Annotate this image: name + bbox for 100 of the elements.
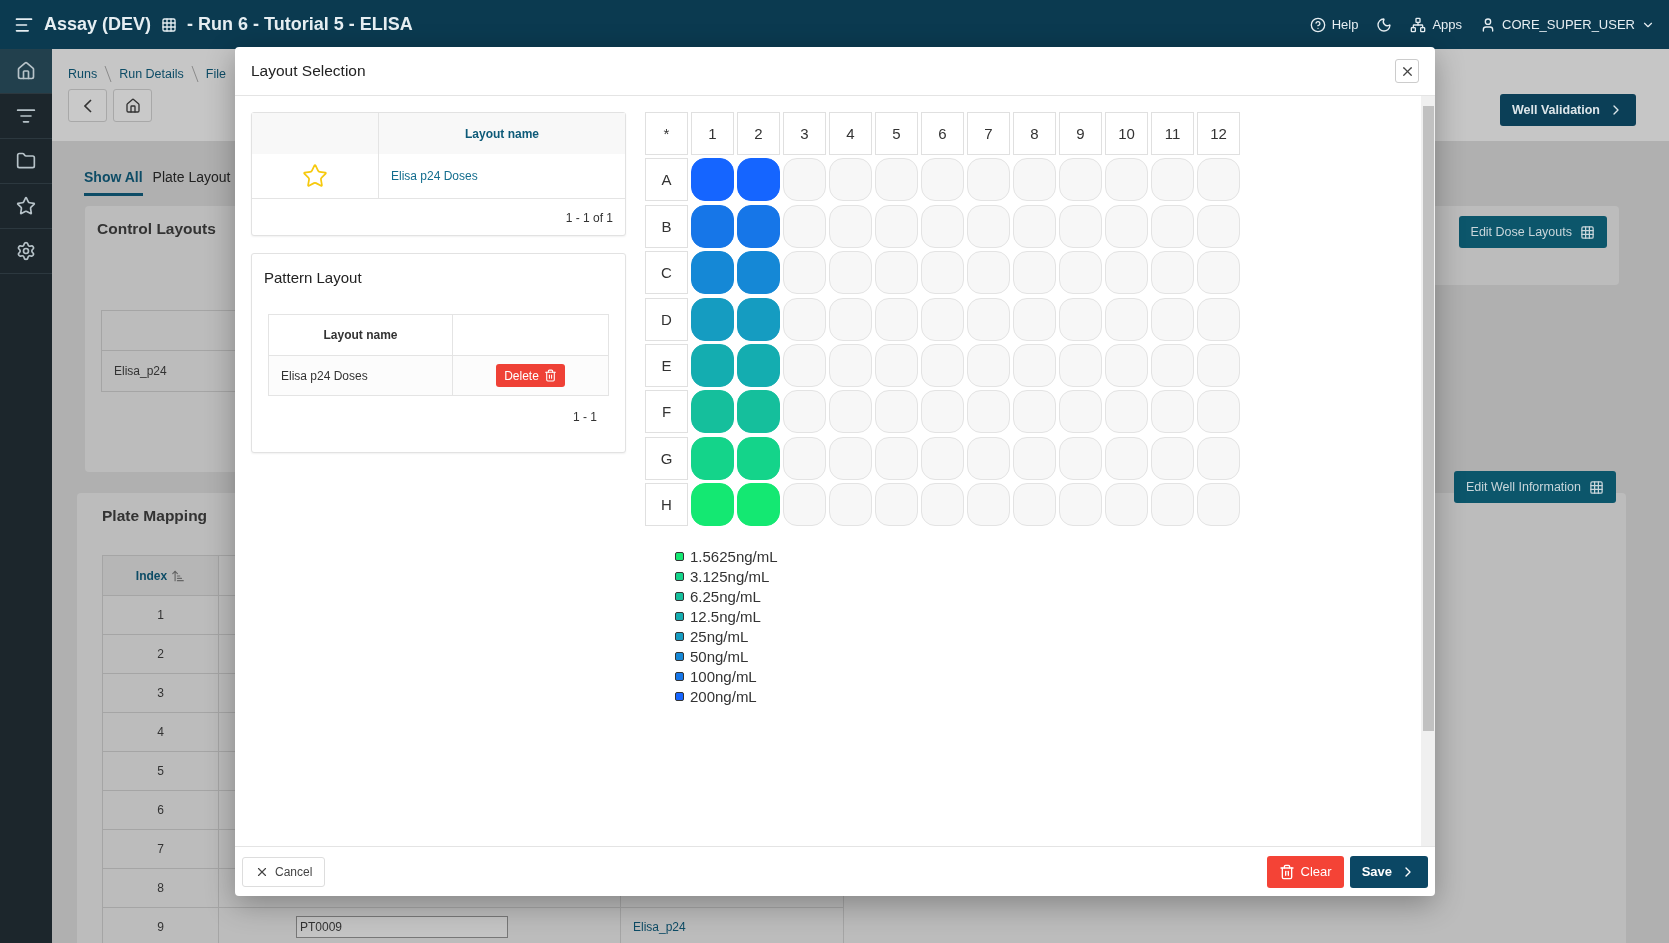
trash-icon <box>1278 863 1295 880</box>
help-link[interactable]: Help <box>1309 16 1359 33</box>
settings-icon <box>16 241 36 261</box>
column-header[interactable]: Layout name <box>378 113 625 154</box>
edit-dose-layouts-button[interactable]: Edit Dose Layouts <box>1458 216 1607 248</box>
home-button[interactable] <box>113 89 152 122</box>
app-title: Assay (DEV) <box>44 14 152 35</box>
star-icon[interactable] <box>302 163 328 189</box>
column-header: 8 <box>1013 112 1056 155</box>
column-header: 9 <box>1059 112 1102 155</box>
network-icon <box>1410 16 1427 33</box>
legend-label: 6.25ng/mL <box>690 587 761 605</box>
grid-icon <box>1580 224 1595 240</box>
column-header: 12 <box>1197 112 1240 155</box>
moon-icon[interactable] <box>1376 16 1393 33</box>
well[interactable] <box>737 343 780 387</box>
column-header[interactable]: Index <box>103 555 219 595</box>
breadcrumb-link[interactable]: File <box>205 67 226 81</box>
corner-header: * <box>645 112 688 155</box>
user-menu[interactable]: CORE_SUPER_USER <box>1480 16 1655 33</box>
row-header: C <box>645 251 688 295</box>
back-button[interactable] <box>68 89 107 122</box>
legend-label: 25ng/mL <box>690 627 749 645</box>
table-cell: 8 <box>103 868 219 907</box>
column-header: 5 <box>875 112 918 155</box>
row-header: G <box>645 436 688 480</box>
well[interactable] <box>737 251 780 295</box>
pagination-text: 1 - 1 <box>572 409 598 426</box>
row-header: D <box>645 297 688 341</box>
plate-id-field[interactable]: PT0009 <box>296 916 508 938</box>
folder-icon <box>16 151 36 171</box>
well[interactable] <box>691 251 734 295</box>
table-cell: 5 <box>103 751 219 790</box>
well[interactable] <box>691 390 734 434</box>
grid-icon <box>161 16 178 33</box>
layout-link[interactable]: Elisa p24 Doses <box>391 169 478 183</box>
breadcrumb-separator <box>104 65 113 83</box>
star-icon <box>16 196 36 216</box>
legend-label: 1.5625ng/mL <box>690 547 778 565</box>
layout-link[interactable]: Elisa_p24 <box>633 920 686 934</box>
table-cell: 1 <box>103 595 219 634</box>
well[interactable] <box>691 343 734 387</box>
edit-well-information-button[interactable]: Edit Well Information <box>1453 471 1616 503</box>
cancel-button[interactable]: Cancel <box>242 856 326 887</box>
card-title: Control Layouts <box>97 220 216 238</box>
well-validation-button[interactable]: Well Validation <box>1500 94 1636 126</box>
column-header: 2 <box>737 112 780 155</box>
breadcrumb-link[interactable]: Runs <box>68 67 98 81</box>
table-cell: 3 <box>103 673 219 712</box>
column-header: 11 <box>1151 112 1194 155</box>
row-header: F <box>645 390 688 434</box>
column-header: 4 <box>829 112 872 155</box>
column-header: 10 <box>1105 112 1148 155</box>
breadcrumb-separator <box>190 65 199 83</box>
table-cell: 2 <box>103 634 219 673</box>
dialog-title: Layout Selection <box>251 62 366 80</box>
delete-button[interactable]: Delete <box>496 364 565 387</box>
row-header: A <box>645 158 688 202</box>
card-title: Plate Mapping <box>102 507 208 525</box>
well[interactable] <box>691 204 734 248</box>
well[interactable] <box>737 204 780 248</box>
tab[interactable]: Show All <box>84 163 143 196</box>
sidebar-item[interactable] <box>0 49 52 94</box>
column-header: 1 <box>691 112 734 155</box>
panel-title: Pattern Layout <box>263 268 363 286</box>
list-icon <box>16 106 36 126</box>
table-cell: 4 <box>103 712 219 751</box>
well[interactable] <box>737 390 780 434</box>
column-header: 6 <box>921 112 964 155</box>
scrollbar[interactable] <box>1421 96 1435 846</box>
table-cell: Elisa_p24 <box>114 364 167 378</box>
chevron-left-icon <box>83 98 92 113</box>
save-button[interactable]: Save <box>1349 855 1428 888</box>
well[interactable] <box>691 297 734 341</box>
well[interactable] <box>691 158 734 202</box>
column-header: 3 <box>783 112 826 155</box>
legend-label: 100ng/mL <box>690 667 757 685</box>
column-header: 7 <box>967 112 1010 155</box>
sort-icon <box>171 568 186 583</box>
table-cell: 7 <box>103 829 219 868</box>
clear-button[interactable]: Clear <box>1266 855 1344 888</box>
row-header: E <box>645 343 688 387</box>
table-cell: 6 <box>103 790 219 829</box>
table-cell: 9 <box>103 907 219 943</box>
legend-label: 200ng/mL <box>690 687 757 705</box>
breadcrumb-link[interactable]: Run Details <box>119 67 184 81</box>
well[interactable] <box>737 297 780 341</box>
grid-icon <box>1589 479 1604 495</box>
tab[interactable]: Plate Layout <box>152 163 231 196</box>
help-icon <box>1309 16 1326 33</box>
row-header: B <box>645 204 688 248</box>
well[interactable] <box>737 158 780 202</box>
row-header: H <box>645 483 688 527</box>
home-icon <box>16 61 36 81</box>
close-button[interactable] <box>1395 59 1419 83</box>
trash-icon <box>543 369 557 382</box>
legend-label: 50ng/mL <box>690 647 749 665</box>
run-title: - Run 6 - Tutorial 5 - ELISA <box>187 14 413 35</box>
pagination-text: 1 - 1 of 1 <box>564 210 614 227</box>
apps-link[interactable]: Apps <box>1410 16 1463 33</box>
